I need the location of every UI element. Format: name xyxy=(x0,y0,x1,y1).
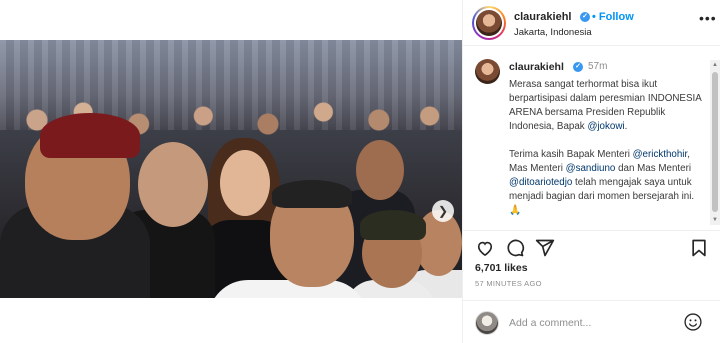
mention-link[interactable]: @sandiuno xyxy=(566,163,616,174)
person-cap-hat xyxy=(360,210,426,240)
person-center-hair xyxy=(272,180,352,208)
action-bar xyxy=(463,230,720,260)
person-left-cap xyxy=(40,113,140,158)
verified-badge-icon: ✓ xyxy=(580,12,590,22)
caption-p2-text-c: dan Mas Menteri xyxy=(615,163,692,174)
viewer-avatar xyxy=(475,311,499,335)
post-side-panel: claurakiehl ✓ • Follow Jakarta, Indonesi… xyxy=(462,0,720,343)
caption-p2-text-a: Terima kasih Bapak Menteri xyxy=(509,149,633,160)
mention-link[interactable]: @ditoariotedjo xyxy=(509,177,572,188)
avatar xyxy=(476,10,502,36)
follow-button[interactable]: • Follow xyxy=(592,11,634,23)
comment-bar xyxy=(463,300,720,343)
post-photo[interactable]: ❯ xyxy=(0,40,462,298)
mention-link[interactable]: @erickthohir xyxy=(633,149,688,160)
emoji-icon[interactable] xyxy=(683,312,703,332)
caption-paragraph-1: Merasa sangat terhormat bisa ikut berpar… xyxy=(509,78,709,134)
post-media-area: ❯ xyxy=(0,0,462,343)
story-ring-avatar[interactable] xyxy=(472,6,506,40)
header-username[interactable]: claurakiehl xyxy=(514,11,571,23)
heart-icon[interactable] xyxy=(475,238,495,258)
caption-text: Merasa sangat terhormat bisa ikut berpar… xyxy=(509,78,709,218)
caption-verified-badge-icon: ✓ xyxy=(573,62,583,72)
person-woman-head xyxy=(220,150,270,216)
person-suit-head xyxy=(356,140,404,200)
location-link[interactable]: Jakarta, Indonesia xyxy=(514,27,592,38)
caption-time[interactable]: 57m xyxy=(588,61,607,72)
post-timestamp: 57 MINUTES AGO xyxy=(475,279,542,288)
caption-scrollbar[interactable]: ▲ ▼ xyxy=(710,60,720,225)
scrollbar-thumb[interactable] xyxy=(712,72,718,212)
share-icon[interactable] xyxy=(535,238,555,258)
likes-count[interactable]: 6,701 likes xyxy=(475,262,528,274)
caption-avatar[interactable] xyxy=(475,59,500,84)
caption-scroll-area: claurakiehl ✓ 57m Merasa sangat terhorma… xyxy=(463,47,720,227)
more-horizontal-icon[interactable]: ••• xyxy=(699,10,717,26)
caption-p1-end: . xyxy=(624,121,628,132)
follow-dot: • xyxy=(592,11,596,23)
mention-link[interactable]: @jokowi xyxy=(587,121,624,132)
comment-input[interactable] xyxy=(509,313,679,333)
scroll-up-icon[interactable]: ▲ xyxy=(710,60,720,70)
carousel-next-icon[interactable]: ❯ xyxy=(432,200,454,222)
post-header: claurakiehl ✓ • Follow Jakarta, Indonesi… xyxy=(463,0,720,46)
caption-paragraph-2: Terima kasih Bapak Menteri @erickthohir,… xyxy=(509,148,709,218)
bookmark-icon[interactable] xyxy=(689,238,709,258)
follow-label: Follow xyxy=(598,11,634,23)
person-center-body xyxy=(208,280,368,298)
scroll-down-icon[interactable]: ▼ xyxy=(710,215,720,225)
caption-username[interactable]: claurakiehl xyxy=(509,61,564,73)
comment-icon[interactable] xyxy=(505,238,525,258)
person-second-head xyxy=(138,142,208,227)
